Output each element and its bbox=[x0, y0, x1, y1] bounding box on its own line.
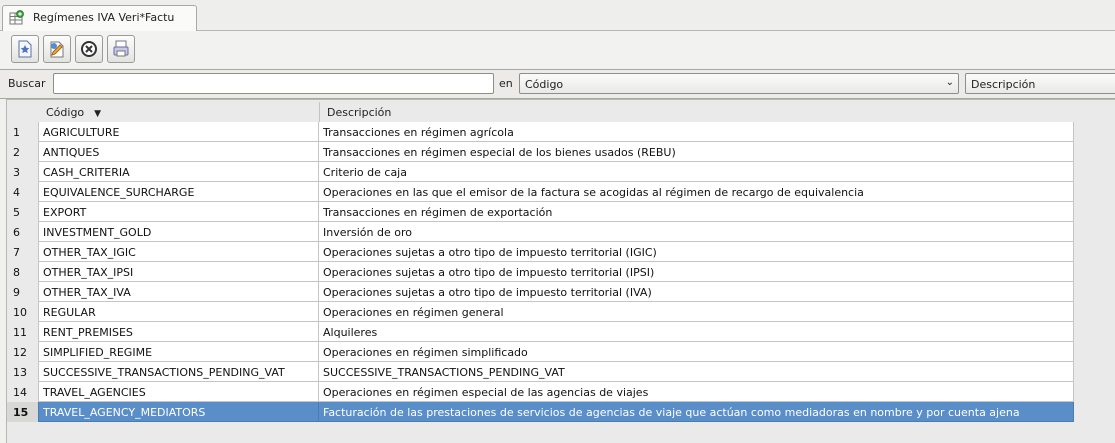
cell-codigo[interactable]: EXPORT bbox=[38, 202, 319, 222]
search-bar: Buscar en Código ⌄ Descripción bbox=[0, 69, 1115, 99]
cell-codigo[interactable]: REGULAR bbox=[38, 302, 319, 322]
chevron-down-icon: ⌄ bbox=[945, 77, 954, 88]
table-row[interactable]: 10 REGULAR Operaciones en régimen general bbox=[7, 302, 1074, 322]
cell-descripcion[interactable]: Operaciones en régimen general bbox=[319, 302, 1074, 322]
sort-descending-icon: ▼ bbox=[94, 109, 102, 119]
row-number: 13 bbox=[13, 366, 27, 379]
table-row[interactable]: 2 ANTIQUES Transacciones en régimen especi… bbox=[7, 142, 1074, 162]
cell-codigo[interactable]: TRAVEL_AGENCY_MEDIATORS bbox=[38, 402, 319, 422]
cell-descripcion[interactable]: SUCCESSIVE_TRANSACTIONS_PENDING_VAT bbox=[319, 362, 1074, 382]
tab-regimenes-iva[interactable]: Regímenes IVA Veri*Factu bbox=[2, 5, 197, 31]
row-number: 8 bbox=[13, 266, 20, 279]
header-codigo-label: Código bbox=[46, 106, 85, 119]
table-row[interactable]: 3 CASH_CRITERIA Criterio de caja bbox=[7, 162, 1074, 182]
table-row[interactable]: 4 EQUIVALENCE_SURCHARGE Operaciones en las… bbox=[7, 182, 1074, 202]
row-number: 9 bbox=[13, 286, 20, 299]
cell-codigo[interactable]: OTHER_TAX_IVA bbox=[38, 282, 319, 302]
cell-descripcion[interactable]: Alquileres bbox=[319, 322, 1074, 342]
header-descripcion-label: Descripción bbox=[327, 106, 392, 119]
cell-codigo[interactable]: SUCCESSIVE_TRANSACTIONS_PENDING_VAT bbox=[38, 362, 319, 382]
table-row[interactable]: 8 OTHER_TAX_IPSI Operaciones sujetas a otr… bbox=[7, 262, 1074, 282]
cell-descripcion[interactable]: Facturación de las prestaciones de servi… bbox=[319, 402, 1074, 422]
table-row[interactable]: 6 INVESTMENT_GOLD Inversión de oro bbox=[7, 222, 1074, 242]
cell-codigo[interactable]: EQUIVALENCE_SURCHARGE bbox=[38, 182, 319, 202]
cell-codigo[interactable]: AGRICULTURE bbox=[38, 122, 319, 142]
cell-descripcion[interactable]: Operaciones en régimen especial de las a… bbox=[319, 382, 1074, 402]
cell-codigo[interactable]: SIMPLIFIED_REGIME bbox=[38, 342, 319, 362]
header-descripcion[interactable]: Descripción bbox=[319, 102, 1115, 122]
table-row[interactable]: 11 RENT_PREMISES Alquileres bbox=[7, 322, 1074, 342]
cell-descripcion[interactable]: Transacciones en régimen de exportación bbox=[319, 202, 1074, 222]
row-number: 15 bbox=[7, 402, 38, 422]
delete-record-button[interactable] bbox=[75, 35, 103, 63]
header-codigo[interactable]: Código ▼ bbox=[38, 102, 318, 122]
tab-strip: Regímenes IVA Veri*Factu bbox=[0, 0, 1115, 31]
row-number: 14 bbox=[13, 386, 27, 399]
table-row[interactable]: 7 OTHER_TAX_IGIC Operaciones sujetas a otr… bbox=[7, 242, 1074, 262]
cell-codigo[interactable]: OTHER_TAX_IGIC bbox=[38, 242, 319, 262]
row-number: 4 bbox=[13, 186, 20, 199]
cell-descripcion[interactable]: Operaciones en régimen simplificado bbox=[319, 342, 1074, 362]
row-number: 5 bbox=[13, 206, 20, 219]
table-row[interactable]: 1 AGRICULTURE Transacciones en régimen agr… bbox=[7, 122, 1074, 142]
row-number: 11 bbox=[13, 326, 27, 339]
search-label: Buscar bbox=[8, 77, 46, 90]
cell-codigo[interactable]: TRAVEL_AGENCIES bbox=[38, 382, 319, 402]
grid-header: Código ▼ Descripción bbox=[7, 102, 1115, 122]
search-in-label: en bbox=[499, 77, 513, 90]
cell-descripcion[interactable]: Transacciones en régimen especial de los… bbox=[319, 142, 1074, 162]
search-field-option-label: Descripción bbox=[971, 78, 1036, 91]
cell-descripcion[interactable]: Operaciones en las que el emisor de la f… bbox=[319, 182, 1074, 202]
table-row[interactable]: 14 TRAVEL_AGENCIES Operaciones en régimen … bbox=[7, 382, 1074, 402]
search-field-selected: Código bbox=[525, 78, 564, 91]
cell-descripcion[interactable]: Inversión de oro bbox=[319, 222, 1074, 242]
cell-descripcion[interactable]: Criterio de caja bbox=[319, 162, 1074, 182]
table-row[interactable]: 12 SIMPLIFIED_REGIME Operaciones en régime… bbox=[7, 342, 1074, 362]
cell-descripcion[interactable]: Operaciones sujetas a otro tipo de impue… bbox=[319, 242, 1074, 262]
cell-codigo[interactable]: INVESTMENT_GOLD bbox=[38, 222, 319, 242]
search-field-option-descripcion[interactable]: Descripción bbox=[965, 73, 1115, 94]
print-button[interactable] bbox=[107, 35, 135, 63]
cell-codigo[interactable]: RENT_PREMISES bbox=[38, 322, 319, 342]
edit-record-button[interactable] bbox=[43, 35, 71, 63]
table-row[interactable]: 13 SUCCESSIVE_TRANSACTIONS_PENDING_VAT SUC… bbox=[7, 362, 1074, 382]
tab-label: Regímenes IVA Veri*Factu bbox=[33, 11, 175, 24]
header-row-number bbox=[7, 102, 38, 122]
new-record-button[interactable] bbox=[11, 35, 39, 63]
toolbar bbox=[0, 31, 1115, 68]
table-row[interactable]: 15 TRAVEL_AGENCY_MEDIATORS Facturación de … bbox=[7, 402, 1074, 422]
cell-codigo[interactable]: ANTIQUES bbox=[38, 142, 319, 162]
search-input[interactable] bbox=[53, 73, 494, 94]
cell-codigo[interactable]: OTHER_TAX_IPSI bbox=[38, 262, 319, 282]
row-number: 10 bbox=[13, 306, 27, 319]
table-row[interactable]: 5 EXPORT Transacciones en régimen de expor… bbox=[7, 202, 1074, 222]
cell-descripcion[interactable]: Operaciones sujetas a otro tipo de impue… bbox=[319, 282, 1074, 302]
cell-descripcion[interactable]: Operaciones sujetas a otro tipo de impue… bbox=[319, 262, 1074, 282]
row-number: 1 bbox=[13, 126, 20, 139]
row-number: 3 bbox=[13, 166, 20, 179]
cell-codigo[interactable]: CASH_CRITERIA bbox=[38, 162, 319, 182]
table-icon bbox=[9, 10, 24, 25]
row-number: 6 bbox=[13, 226, 20, 239]
row-number: 7 bbox=[13, 246, 20, 259]
data-grid: Código ▼ Descripción 1 AGRICULTURE Transacc… bbox=[6, 99, 1115, 443]
cell-descripcion[interactable]: Transacciones en régimen agrícola bbox=[319, 122, 1074, 142]
row-number: 12 bbox=[13, 346, 27, 359]
row-number: 2 bbox=[13, 146, 20, 159]
table-row[interactable]: 9 OTHER_TAX_IVA Operaciones sujetas a otro… bbox=[7, 282, 1074, 302]
search-field-select[interactable]: Código ⌄ bbox=[519, 73, 959, 94]
